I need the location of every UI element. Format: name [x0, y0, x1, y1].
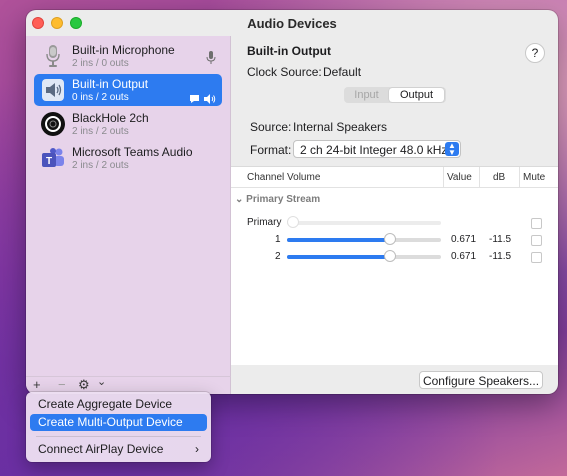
device-item-built-in-output[interactable]: Built-in Output 0 ins / 2 outs [34, 74, 222, 106]
device-name: Built-in Microphone [72, 43, 175, 57]
mic-input-icon [206, 51, 216, 64]
device-name: Built-in Output [72, 77, 149, 91]
device-item-built-in-microphone[interactable]: Built-in Microphone 2 ins / 0 outs [34, 40, 222, 72]
slider-knob[interactable] [384, 250, 397, 262]
menu-item-create-aggregate-device[interactable]: Create Aggregate Device [30, 396, 207, 413]
menu-item-create-multi-output-device[interactable]: Create Multi-Output Device [30, 414, 207, 431]
clock-source-value[interactable]: Default [323, 65, 361, 79]
io-segmented-control: Input Output [344, 87, 446, 103]
device-io: 2 ins / 2 outs [72, 160, 129, 171]
volume-db: -11.5 [489, 234, 512, 245]
audio-devices-window: Audio Devices Built-in Microphone 2 ins … [26, 10, 558, 394]
gear-icon[interactable]: ⚙ [78, 377, 90, 393]
chevron-down-icon[interactable]: ⌄ [97, 375, 106, 388]
window-title: Audio Devices [247, 16, 337, 31]
title-bar: Audio Devices [26, 10, 558, 36]
tab-output[interactable]: Output [389, 88, 444, 102]
slider-knob[interactable] [384, 233, 397, 245]
teams-icon: T [42, 148, 64, 167]
device-io: 2 ins / 0 outs [72, 58, 129, 69]
header-mute: Mute [523, 172, 546, 183]
volume-slider[interactable] [287, 233, 441, 245]
updown-chevron-icon: ▲ ▼ [445, 142, 459, 157]
volume-slider[interactable] [287, 250, 441, 262]
microphone-icon [46, 45, 60, 67]
menu-separator [36, 436, 201, 437]
primary-stream-disclosure[interactable]: ⌄ Primary Stream [235, 194, 320, 205]
volume-value: 0.671 [451, 251, 477, 262]
help-button[interactable]: ? [525, 43, 545, 63]
add-device-button[interactable]: + [33, 377, 41, 392]
device-name: Microsoft Teams Audio [72, 145, 193, 159]
channel-volume-panel: Channel Volume Value dB Mute ⌄ Primary S… [231, 166, 558, 365]
device-title: Built-in Output [247, 44, 331, 58]
header-channel-volume: Channel Volume [247, 172, 321, 183]
chevron-right-icon: › [195, 442, 199, 456]
mute-checkbox[interactable] [531, 235, 542, 246]
header-db: dB [493, 172, 506, 183]
device-sidebar: Built-in Microphone 2 ins / 0 outs Built… [26, 36, 231, 376]
volume-slider[interactable] [287, 216, 441, 228]
slider-fill [287, 255, 391, 259]
menu-item-label: Create Aggregate Device [38, 397, 173, 411]
mute-checkbox[interactable] [531, 252, 542, 263]
device-item-blackhole-2ch[interactable]: BlackHole 2ch 2 ins / 2 outs [34, 108, 222, 140]
device-io: 2 ins / 2 outs [72, 126, 129, 137]
format-value: 2 ch 24-bit Integer 48.0 kHz [300, 143, 448, 157]
speaker-icon [42, 79, 64, 101]
device-io: 0 ins / 2 outs [72, 92, 129, 103]
blackhole-icon [41, 112, 65, 136]
gear-dropdown-menu: Create Aggregate Device Create Multi-Out… [26, 392, 211, 462]
disclosure-chevron-icon: ⌄ [235, 194, 247, 205]
volume-db: -11.5 [489, 251, 512, 262]
row-label: 1 [275, 234, 281, 245]
tab-input[interactable]: Input [344, 87, 389, 103]
slider-knob[interactable] [287, 216, 299, 228]
header-value: Value [447, 172, 472, 183]
svg-text:T: T [46, 156, 52, 167]
device-item-microsoft-teams-audio[interactable]: T Microsoft Teams Audio 2 ins / 2 outs [34, 142, 222, 174]
mute-checkbox[interactable] [531, 218, 542, 229]
row-label: 2 [275, 251, 281, 262]
default-output-speaker-icon [204, 94, 216, 104]
source-label: Source: [250, 120, 292, 134]
row-label: Primary [247, 217, 282, 228]
configure-speakers-button[interactable]: Configure Speakers... [419, 371, 543, 389]
format-label: Format: [250, 143, 292, 157]
menu-item-connect-airplay-device[interactable]: Connect AirPlay Device › [30, 441, 207, 458]
primary-stream-label: Primary Stream [246, 194, 321, 205]
format-popup[interactable]: 2 ch 24-bit Integer 48.0 kHz ▲ ▼ [293, 140, 461, 158]
system-alert-output-icon [190, 95, 199, 103]
menu-item-label: Create Multi-Output Device [38, 415, 183, 429]
remove-device-button[interactable]: − [58, 377, 66, 392]
volume-value: 0.671 [451, 234, 477, 245]
device-detail-pane: Built-in Output ? Clock Source: Default … [231, 36, 558, 394]
device-name: BlackHole 2ch [72, 111, 149, 125]
source-value: Internal Speakers [293, 120, 388, 134]
clock-source-label: Clock Source: [247, 65, 322, 79]
slider-fill [287, 238, 391, 242]
menu-item-label: Connect AirPlay Device [38, 442, 164, 456]
